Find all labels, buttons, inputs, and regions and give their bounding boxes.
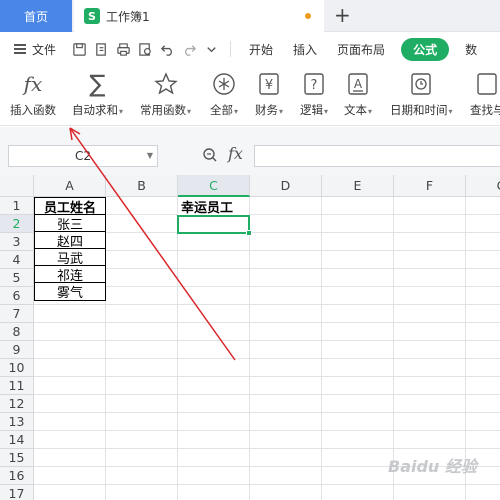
- menu-item-formulas[interactable]: 公式: [401, 37, 450, 61]
- tab-workbook[interactable]: S 工作簿1: [74, 0, 324, 32]
- date-time-label: 日期和时间: [390, 103, 448, 117]
- fill-handle[interactable]: [246, 230, 252, 236]
- row-header-2[interactable]: 2: [0, 215, 34, 233]
- row-header-16[interactable]: 16: [0, 467, 34, 485]
- autosum-button[interactable]: ∑ 自动求和▾: [72, 70, 123, 118]
- print-preview-icon[interactable]: [134, 39, 156, 59]
- row-header-11[interactable]: 11: [0, 377, 34, 395]
- selected-cell-c2[interactable]: [177, 215, 252, 236]
- formula-ribbon: fx 插入函数 ∑ 自动求和▾ 常用函数▾ 全部▾ ¥ 财务▾ ? 逻辑▾ A: [0, 66, 500, 126]
- autosum-label: 自动求和: [72, 103, 118, 117]
- chevron-down-icon[interactable]: ▼: [147, 151, 153, 160]
- row-header-10[interactable]: 10: [0, 359, 34, 377]
- row-header-15[interactable]: 15: [0, 449, 34, 467]
- export-pdf-icon[interactable]: [90, 39, 112, 59]
- name-box-value: C2: [74, 149, 91, 163]
- spreadsheet-icon: S: [84, 8, 100, 24]
- row-header-1[interactable]: 1: [0, 197, 34, 215]
- svg-text:A: A: [354, 77, 363, 91]
- financial-button[interactable]: ¥ 财务▾: [255, 70, 283, 118]
- column-header-d[interactable]: D: [250, 175, 322, 197]
- unsaved-indicator: [305, 13, 311, 19]
- undo-icon[interactable]: [156, 39, 178, 59]
- hamburger-icon: [14, 42, 26, 57]
- column-header-g[interactable]: G: [466, 175, 500, 197]
- formula-input[interactable]: [254, 145, 500, 167]
- all-functions-label: 全部: [210, 103, 233, 117]
- row-header-7[interactable]: 7: [0, 305, 34, 323]
- menu-item-page-layout[interactable]: 页面布局: [337, 41, 385, 58]
- row-header-13[interactable]: 13: [0, 413, 34, 431]
- logical-label: 逻辑: [300, 103, 323, 117]
- common-functions-button[interactable]: 常用函数▾: [140, 70, 191, 118]
- file-menu[interactable]: 文件: [14, 41, 56, 58]
- row-header-3[interactable]: 3: [0, 233, 34, 251]
- cell-a1[interactable]: 员工姓名: [34, 197, 106, 216]
- sum-icon: ∑: [89, 70, 106, 98]
- svg-text:¥: ¥: [265, 78, 273, 93]
- common-functions-label: 常用函数: [140, 103, 186, 117]
- fx-icon[interactable]: fx: [228, 144, 243, 163]
- lookup-button[interactable]: 查找与: [470, 70, 500, 118]
- baidu-watermark: Baidu 经验: [388, 457, 477, 476]
- all-functions-button[interactable]: 全部▾: [210, 70, 238, 118]
- star-icon: [153, 70, 178, 98]
- menu-item-data[interactable]: 数: [465, 41, 477, 58]
- insert-function-button[interactable]: fx 插入函数: [10, 70, 56, 118]
- yen-icon: ¥: [258, 70, 280, 98]
- select-all-corner[interactable]: [0, 175, 34, 197]
- tab-workbook-label: 工作簿1: [106, 9, 150, 24]
- row-header-9[interactable]: 9: [0, 341, 34, 359]
- tab-home[interactable]: 首页: [0, 0, 72, 32]
- menu-item-insert[interactable]: 插入: [293, 41, 317, 58]
- cell-a3[interactable]: 赵四: [34, 231, 106, 250]
- chevron-down-icon[interactable]: [200, 39, 222, 59]
- text-functions-button[interactable]: A 文本▾: [344, 70, 372, 118]
- clock-icon: [410, 70, 432, 98]
- menu-divider: [230, 41, 232, 57]
- svg-text:?: ?: [311, 78, 318, 93]
- text-a-icon: A: [347, 70, 369, 98]
- row-header-4[interactable]: 4: [0, 251, 34, 269]
- redo-icon[interactable]: [178, 39, 200, 59]
- fx-icon: fx: [23, 72, 43, 96]
- menu-bar: 文件 开始 插入 页面布局 公式 数: [0, 33, 500, 65]
- financial-label: 财务: [255, 103, 278, 117]
- tab-bar: 首页 S 工作簿1 +: [0, 0, 500, 32]
- column-header-c[interactable]: C: [178, 175, 250, 197]
- cell-c1[interactable]: 幸运员工: [178, 197, 249, 216]
- spreadsheet-grid[interactable]: A B C D E F G 1 2 3 4 5 6 7 8 9 10 11 12…: [0, 175, 500, 500]
- print-icon[interactable]: [112, 39, 134, 59]
- row-header-14[interactable]: 14: [0, 431, 34, 449]
- cell-a6[interactable]: 雾气: [34, 282, 106, 301]
- lookup-label: 查找与: [470, 103, 500, 117]
- formula-bar: C2 ▼ fx: [0, 127, 500, 175]
- text-functions-label: 文本: [344, 103, 367, 117]
- lookup-icon: [476, 70, 498, 98]
- column-header-b[interactable]: B: [106, 175, 178, 197]
- row-header-5[interactable]: 5: [0, 269, 34, 287]
- row-header-12[interactable]: 12: [0, 395, 34, 413]
- column-header-e[interactable]: E: [322, 175, 394, 197]
- quick-access-toolbar: [68, 39, 222, 59]
- date-time-button[interactable]: 日期和时间▾: [390, 70, 453, 118]
- row-header-17[interactable]: 17: [0, 485, 34, 500]
- row-header-8[interactable]: 8: [0, 323, 34, 341]
- logical-button[interactable]: ? 逻辑▾: [300, 70, 328, 118]
- name-box[interactable]: C2 ▼: [8, 145, 158, 167]
- column-header-f[interactable]: F: [394, 175, 466, 197]
- row-header-6[interactable]: 6: [0, 287, 34, 305]
- asterisk-icon: [212, 70, 236, 98]
- cell-a2[interactable]: 张三: [34, 214, 106, 233]
- menu-item-home[interactable]: 开始: [249, 41, 273, 58]
- magnifier-icon[interactable]: [202, 147, 218, 166]
- cell-a4[interactable]: 马武: [34, 248, 106, 267]
- new-tab-button[interactable]: +: [334, 4, 351, 26]
- save-icon[interactable]: [68, 39, 90, 59]
- insert-function-label: 插入函数: [10, 103, 56, 117]
- cell-a5[interactable]: 祁连: [34, 265, 106, 284]
- question-icon: ?: [303, 70, 325, 98]
- column-header-a[interactable]: A: [34, 175, 106, 197]
- file-menu-label: 文件: [32, 42, 57, 57]
